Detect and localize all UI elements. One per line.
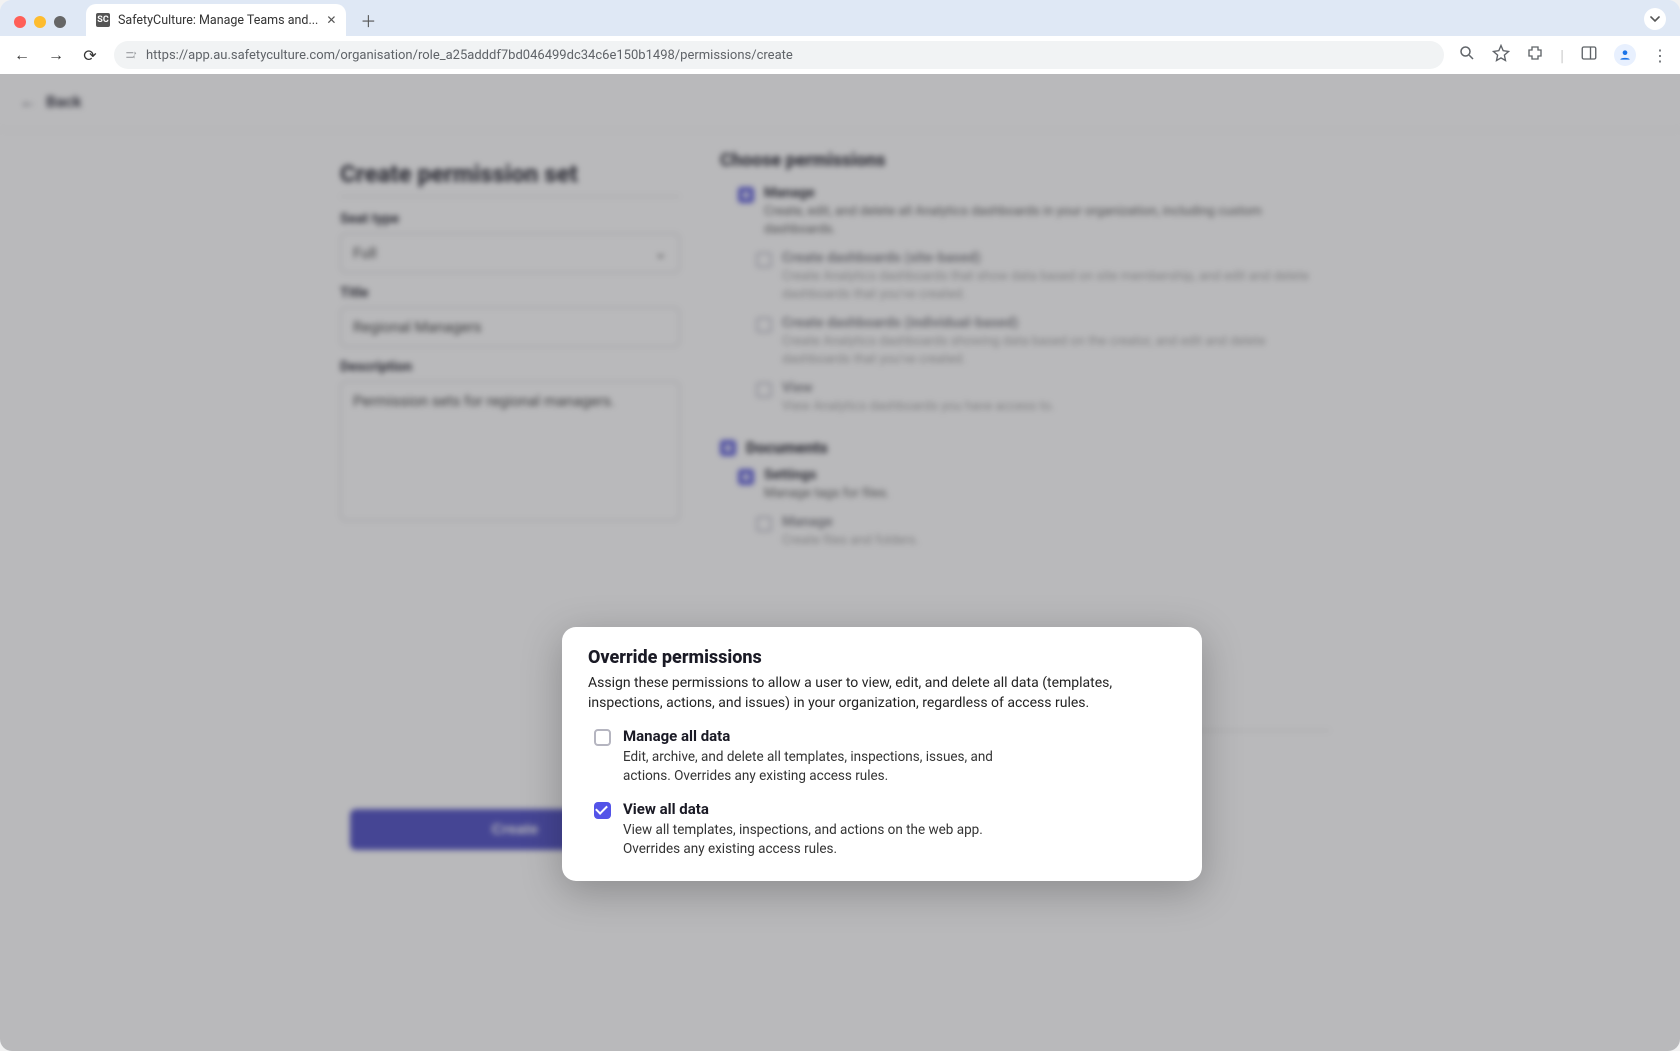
viewport: ← Back Create permission set Seat type F… [0, 74, 1680, 1051]
override-item-desc: Edit, archive, and delete all templates,… [623, 748, 993, 786]
override-item-title: Manage all data [623, 727, 993, 745]
tabs-dropdown-button[interactable] [1644, 8, 1666, 30]
extensions-icon[interactable] [1526, 44, 1544, 66]
kebab-menu-icon[interactable]: ⋮ [1652, 46, 1668, 65]
checkbox[interactable] [594, 802, 611, 819]
card-description: Assign these permissions to allow a user… [588, 674, 1176, 713]
override-item-view[interactable]: View all data View all templates, inspec… [594, 800, 1176, 859]
override-item-manage[interactable]: Manage all data Edit, archive, and delet… [594, 727, 1176, 786]
browser-tab[interactable]: SC SafetyCulture: Manage Teams and... ✕ [86, 4, 346, 36]
override-item-desc: View all templates, inspections, and act… [623, 821, 993, 859]
override-permissions-card: Override permissions Assign these permis… [562, 627, 1202, 881]
nav-back-button[interactable]: ← [12, 45, 32, 65]
tab-title: SafetyCulture: Manage Teams and... [118, 13, 318, 28]
toolbar-icons: | ⋮ [1458, 44, 1668, 66]
site-settings-icon [124, 48, 138, 62]
zoom-icon[interactable] [1458, 44, 1476, 66]
card-heading: Override permissions [588, 647, 1176, 668]
tab-strip: SC SafetyCulture: Manage Teams and... ✕ … [0, 0, 1680, 36]
nav-forward-button[interactable]: → [46, 45, 66, 65]
tab-close-icon[interactable]: ✕ [326, 13, 336, 27]
window-zoom[interactable] [54, 16, 66, 28]
omnibox[interactable]: https://app.au.safetyculture.com/organis… [114, 41, 1444, 69]
chevron-down-icon [1650, 14, 1660, 24]
profile-avatar-icon[interactable] [1614, 44, 1636, 66]
window-close[interactable] [14, 16, 26, 28]
browser-window: SC SafetyCulture: Manage Teams and... ✕ … [0, 0, 1680, 1051]
window-controls [14, 16, 66, 28]
tab-favicon: SC [96, 13, 110, 27]
bookmark-star-icon[interactable] [1492, 44, 1510, 66]
url-text: https://app.au.safetyculture.com/organis… [146, 48, 1434, 63]
window-minimize[interactable] [34, 16, 46, 28]
nav-reload-button[interactable]: ⟳ [80, 46, 100, 65]
override-item-title: View all data [623, 800, 993, 818]
new-tab-button[interactable]: ＋ [354, 6, 382, 34]
checkbox[interactable] [594, 729, 611, 746]
address-bar: ← → ⟳ https://app.au.safetyculture.com/o… [0, 36, 1680, 74]
modal-overlay [0, 74, 1680, 1051]
side-panel-icon[interactable] [1580, 44, 1598, 66]
